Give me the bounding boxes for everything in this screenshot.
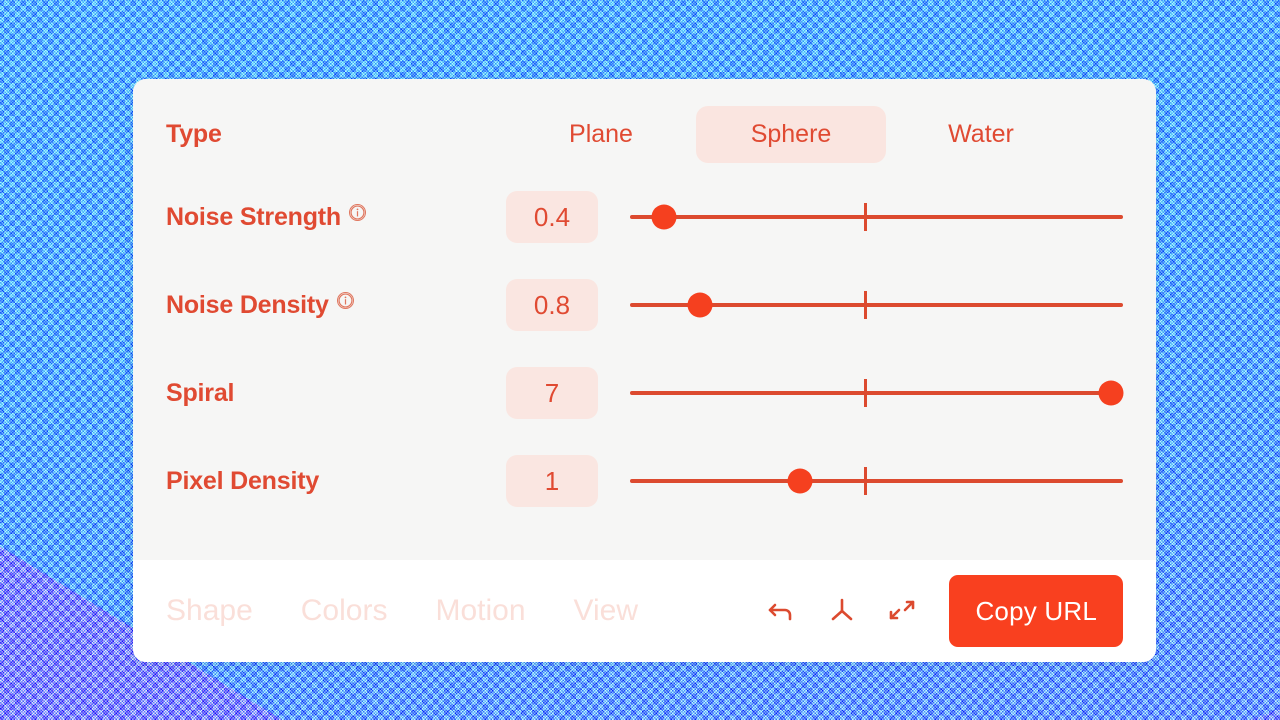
noise-density-slider[interactable]	[630, 285, 1123, 325]
noise-strength-slider[interactable]	[630, 197, 1123, 237]
noise-density-label-text: Noise Density	[166, 290, 329, 319]
type-option-group: Plane Sphere Water	[506, 105, 1123, 163]
tab-colors[interactable]: Colors	[301, 594, 388, 628]
noise-strength-value[interactable]: 0.4	[506, 191, 598, 243]
panel-body: Type Plane Sphere Water Noise Strength 0…	[133, 79, 1156, 560]
tab-view[interactable]: View	[574, 594, 638, 628]
slider-track	[630, 215, 1123, 219]
slider-center-tick	[864, 467, 868, 495]
type-option-water[interactable]: Water	[886, 106, 1076, 163]
spiral-label-text: Spiral	[166, 378, 235, 407]
noise-strength-label-text: Noise Strength	[166, 202, 341, 231]
spiral-value[interactable]: 7	[506, 367, 598, 419]
type-option-sphere[interactable]: Sphere	[696, 105, 886, 163]
info-circle-icon[interactable]	[349, 203, 366, 221]
type-row-label: Type	[166, 120, 506, 149]
undo-arrow-icon[interactable]	[765, 594, 799, 628]
slider-center-tick	[864, 379, 868, 407]
slider-center-tick	[864, 291, 868, 319]
slider-row-spiral: Spiral 7	[166, 349, 1124, 437]
noise-strength-label: Noise Strength	[166, 203, 506, 232]
footer-icon-group	[765, 594, 919, 628]
collapse-arrows-icon[interactable]	[885, 594, 919, 628]
pixel-density-label-text: Pixel Density	[166, 466, 320, 495]
slider-row-noise-density: Noise Density 0.8	[166, 261, 1123, 349]
screen: Type Plane Sphere Water Noise Strength 0…	[0, 0, 1280, 720]
type-row: Type Plane Sphere Water	[166, 79, 1123, 173]
slider-row-pixel-density: Pixel Density 1	[166, 437, 1123, 525]
spiral-label: Spiral	[166, 379, 506, 408]
type-option-plane[interactable]: Plane	[506, 106, 696, 163]
slider-thumb[interactable]	[651, 204, 677, 230]
pixel-density-slider[interactable]	[630, 461, 1123, 501]
randomize-axes-icon[interactable]	[825, 594, 859, 628]
pixel-density-label: Pixel Density	[166, 467, 506, 496]
slider-thumb[interactable]	[687, 292, 713, 318]
slider-center-tick	[864, 203, 868, 231]
slider-track	[630, 479, 1123, 483]
info-circle-icon[interactable]	[336, 291, 354, 309]
footer-tabs: Shape Colors Motion View	[166, 594, 686, 628]
panel-footer: Shape Colors Motion View Copy URL	[133, 560, 1156, 662]
control-panel: Type Plane Sphere Water Noise Strength 0…	[133, 79, 1156, 662]
slider-thumb[interactable]	[787, 468, 813, 494]
type-label-text: Type	[166, 119, 222, 148]
tab-shape[interactable]: Shape	[166, 594, 253, 628]
copy-url-button[interactable]: Copy URL	[949, 575, 1123, 647]
slider-track	[630, 391, 1123, 395]
spiral-slider[interactable]	[630, 373, 1124, 413]
tab-motion[interactable]: Motion	[435, 594, 525, 628]
noise-density-value[interactable]: 0.8	[506, 279, 598, 331]
noise-density-label: Noise Density	[166, 291, 506, 320]
pixel-density-value[interactable]: 1	[506, 455, 598, 507]
slider-row-noise-strength: Noise Strength 0.4	[166, 173, 1123, 261]
slider-thumb[interactable]	[1098, 380, 1124, 406]
